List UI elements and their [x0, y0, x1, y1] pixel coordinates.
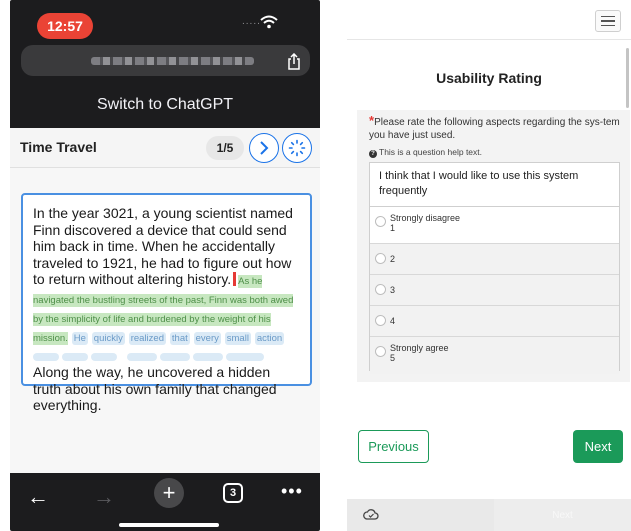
- survey-panel: Usability Rating *Please rate the follow…: [347, 0, 631, 531]
- loading-placeholder: [192, 352, 223, 361]
- rating-statement: I think that I would like to use this sy…: [370, 163, 619, 207]
- hamburger-menu-icon[interactable]: [595, 10, 621, 32]
- loading-placeholder: [62, 352, 88, 361]
- loading-placeholder: [126, 352, 157, 361]
- rating-matrix: I think that I would like to use this sy…: [369, 162, 620, 374]
- story-title: Time Travel: [20, 139, 97, 155]
- rating-option-5[interactable]: Strongly agree 5: [370, 337, 619, 374]
- radio-button[interactable]: [375, 216, 386, 227]
- back-arrow-icon[interactable]: ←: [27, 486, 49, 508]
- pending-word: realized: [128, 332, 166, 345]
- pending-word: quickly: [91, 332, 125, 345]
- text-cursor: [233, 272, 237, 286]
- spinner-icon: [288, 139, 306, 157]
- page-indicator: 1/5: [206, 136, 244, 160]
- plus-icon[interactable]: +: [154, 478, 184, 508]
- switch-app-banner[interactable]: Switch to ChatGPT: [10, 96, 320, 114]
- phone-screen: 12:57 ..... Switch to ChatGPT Time Trave…: [10, 0, 320, 531]
- signal-dots: .....: [242, 16, 261, 27]
- loading-placeholder: [91, 352, 117, 361]
- more-icon[interactable]: •••: [281, 481, 303, 502]
- wifi-icon: [260, 15, 278, 29]
- pending-word: that: [169, 332, 190, 345]
- footer-next-button[interactable]: Next: [494, 499, 631, 531]
- rating-option-4[interactable]: 4: [370, 306, 619, 337]
- loading-button[interactable]: [282, 133, 312, 163]
- rating-option-2[interactable]: 2: [370, 244, 619, 275]
- status-time: 12:57: [37, 13, 93, 39]
- survey-title: Usability Rating: [436, 70, 542, 86]
- question-mark-icon: ?: [369, 150, 377, 158]
- story-header: Time Travel 1/5: [10, 128, 320, 168]
- chevron-right-icon: [260, 141, 269, 155]
- story-text-box[interactable]: In the year 3021, a young scientist name…: [21, 193, 312, 413]
- next-page-button[interactable]: [249, 133, 279, 163]
- pending-word: small: [224, 332, 251, 345]
- survey-topbar: [347, 0, 631, 40]
- question-text: *Please rate the following aspects regar…: [369, 113, 620, 141]
- footer-left: [347, 499, 494, 531]
- radio-button[interactable]: [375, 346, 386, 357]
- radio-button[interactable]: [375, 284, 386, 295]
- previous-button[interactable]: Previous: [358, 430, 429, 463]
- rating-option-1[interactable]: Strongly disagree 1: [370, 207, 619, 244]
- loading-placeholder: [159, 352, 190, 361]
- loading-placeholder: [225, 352, 264, 361]
- pending-word: He: [71, 332, 88, 345]
- rating-option-3[interactable]: 3: [370, 275, 619, 306]
- pending-word: action: [254, 332, 285, 345]
- question-help: ? This is a question help text.: [369, 147, 482, 158]
- pending-word: every: [193, 332, 221, 345]
- home-indicator: [119, 523, 219, 527]
- cloud-icon[interactable]: [363, 507, 379, 521]
- radio-button[interactable]: [375, 315, 386, 326]
- tabs-icon[interactable]: 3: [223, 483, 243, 503]
- radio-button[interactable]: [375, 253, 386, 264]
- share-icon[interactable]: [286, 53, 302, 70]
- forward-arrow-icon[interactable]: →: [93, 486, 115, 508]
- next-button[interactable]: Next: [573, 430, 623, 463]
- loading-placeholder: [33, 352, 59, 361]
- blurred-url: [91, 57, 254, 65]
